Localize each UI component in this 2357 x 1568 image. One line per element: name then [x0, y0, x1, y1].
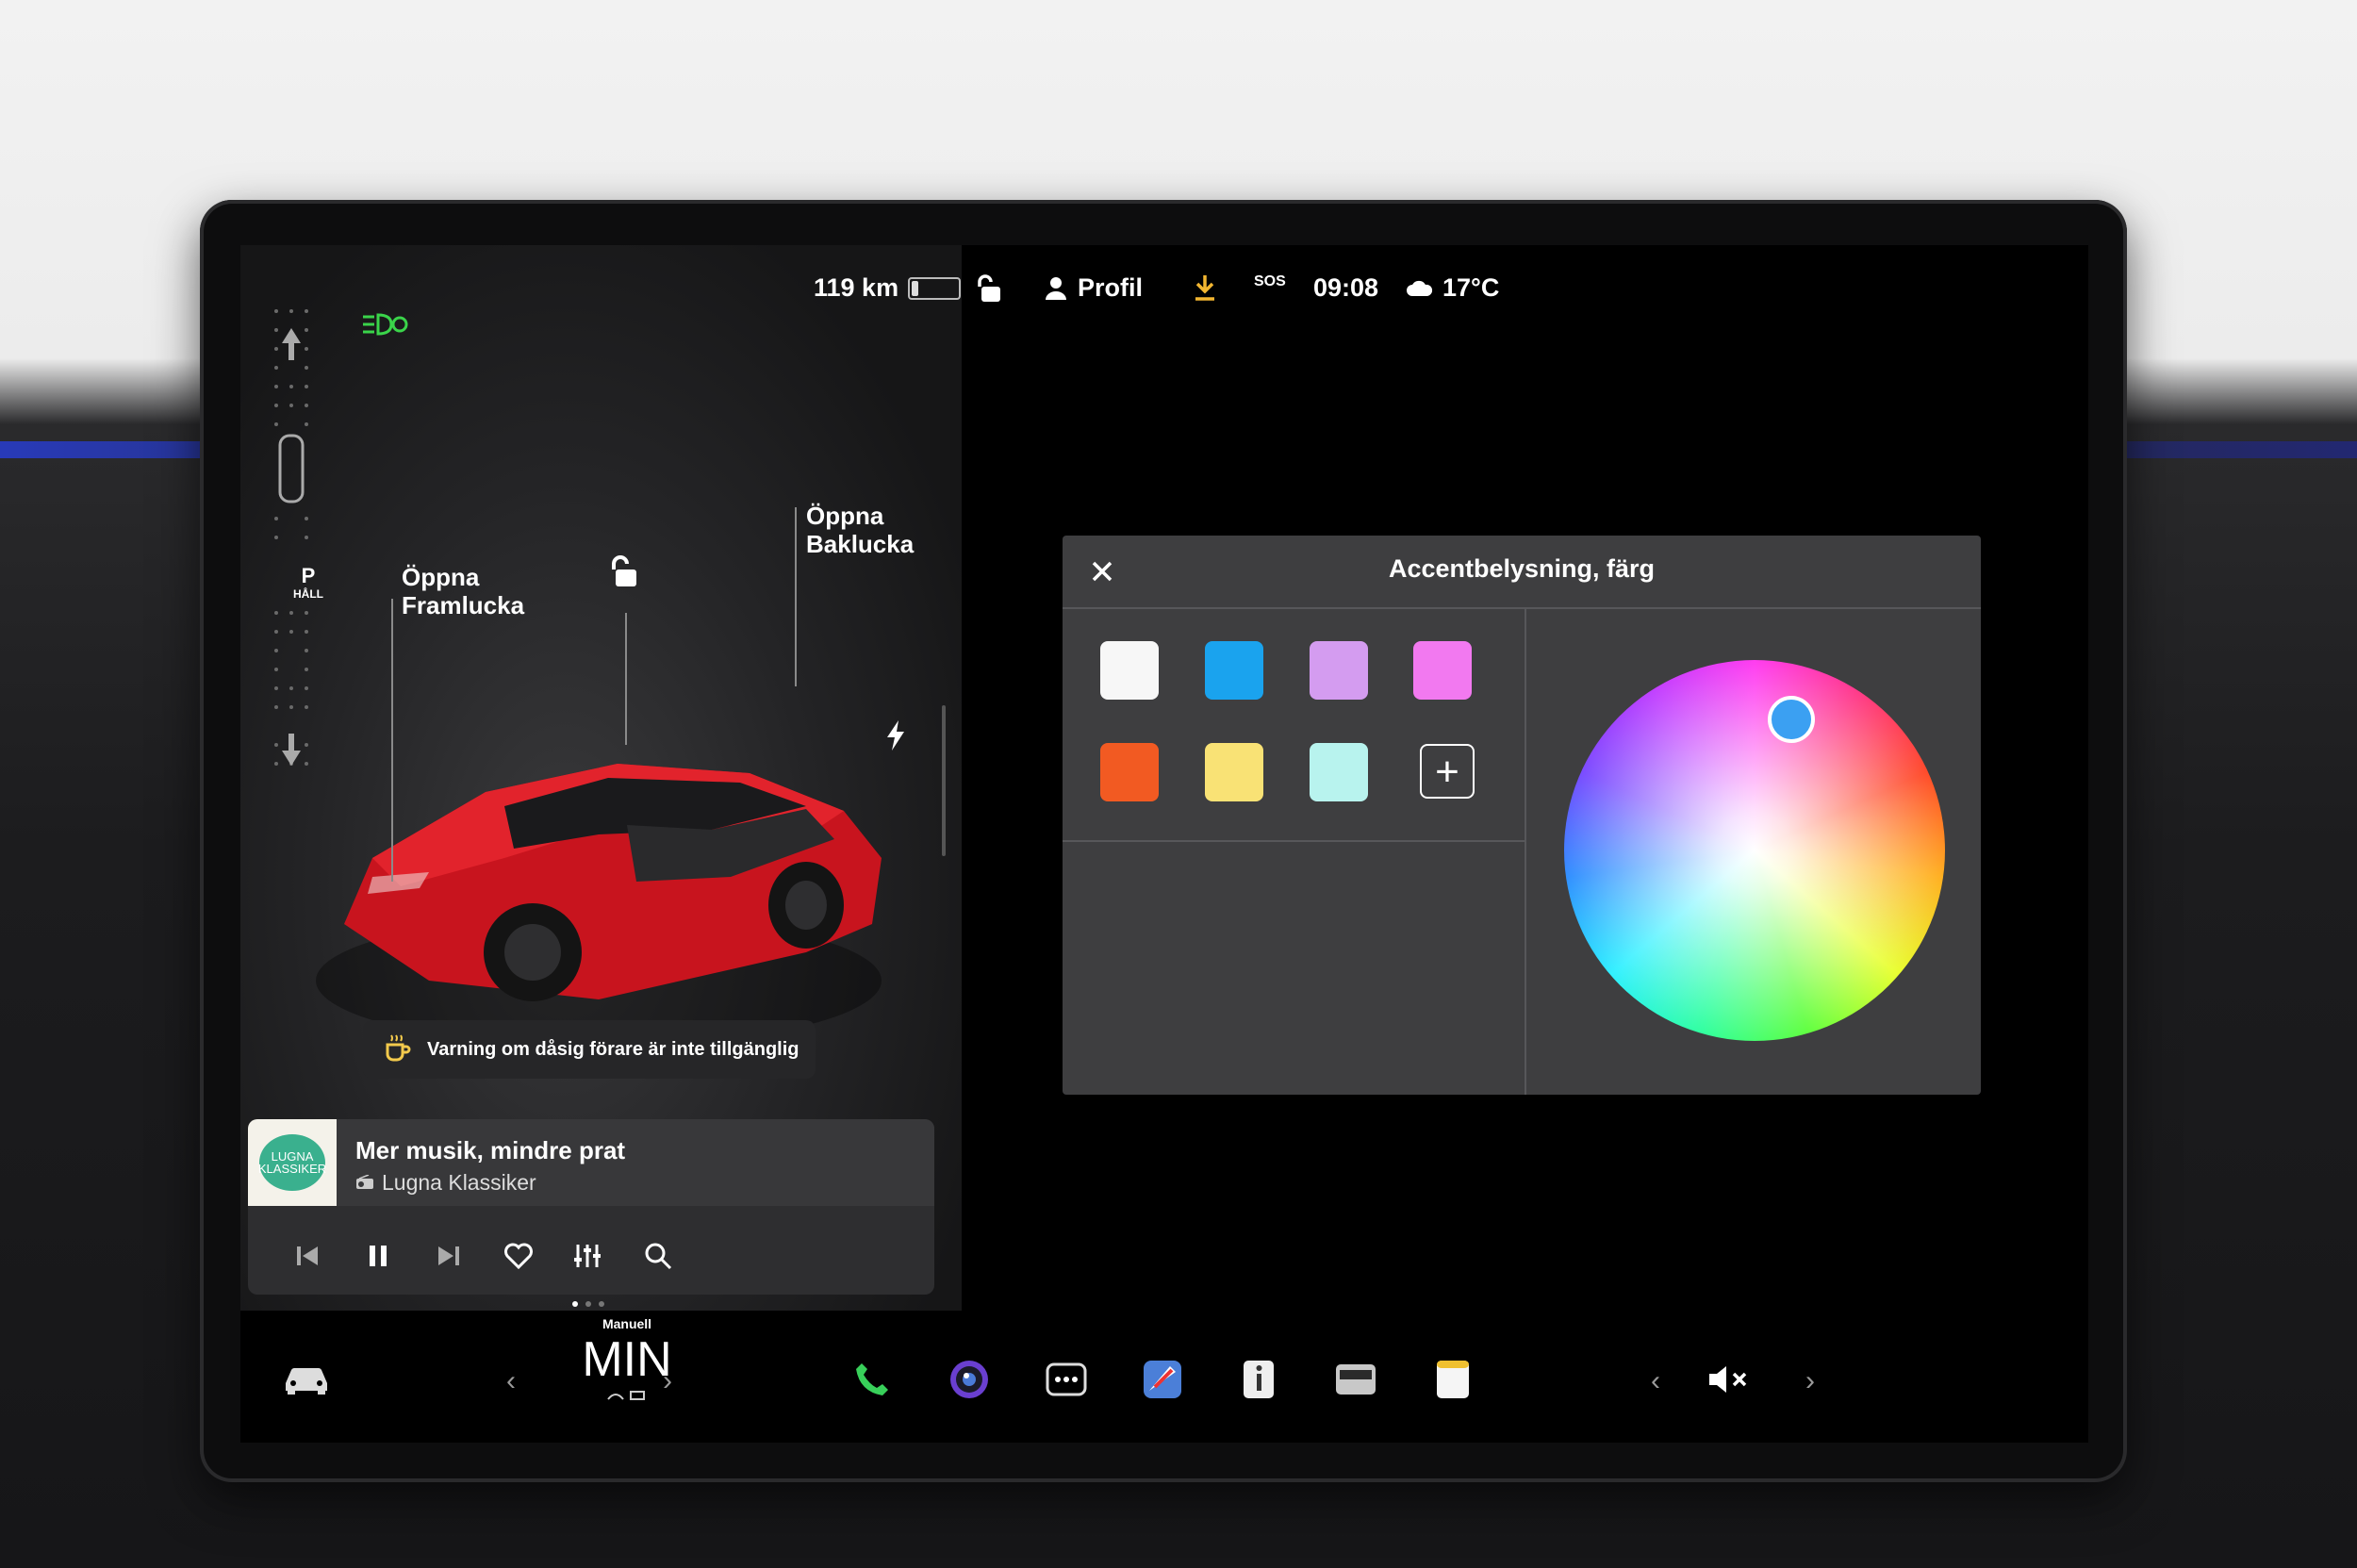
navigation-button[interactable] [1136, 1353, 1189, 1406]
panel-scrollbar[interactable] [942, 705, 946, 856]
navigation-icon [1144, 1361, 1181, 1398]
next-icon [438, 1246, 459, 1265]
dashcam-icon [1336, 1364, 1376, 1395]
media-controls [248, 1232, 934, 1279]
color-wheel[interactable] [1564, 660, 1945, 1041]
coffee-icon [382, 1032, 412, 1067]
next-button[interactable] [425, 1232, 472, 1279]
range-text: 119 km [814, 273, 899, 302]
cloud-icon [1407, 280, 1433, 296]
lock-leader-line [625, 613, 627, 745]
color-swatch[interactable] [1413, 641, 1472, 700]
camera-button[interactable] [943, 1353, 996, 1406]
touchscreen: P HÅLL Öppna Framlucka Öppna Baklucka Va… [240, 245, 2088, 1443]
volume-down-arrow[interactable]: ‹ [1651, 1365, 1660, 1397]
temperature-text: 17°C [1442, 273, 1500, 302]
trunk-leader-line [795, 507, 797, 686]
dashcam-button[interactable] [1329, 1353, 1382, 1406]
car-button[interactable] [280, 1353, 333, 1406]
accent-color-dialog: Accentbelysning, färg + [1063, 536, 1981, 1095]
notes-icon [1437, 1361, 1469, 1398]
search-icon [645, 1243, 672, 1270]
more-apps-button[interactable] [1040, 1353, 1093, 1406]
dialog-title: Accentbelysning, färg [1388, 554, 1656, 583]
phone-button[interactable] [846, 1353, 898, 1406]
profile-button[interactable]: Profil [1044, 273, 1143, 303]
volume-mute-icon [1709, 1366, 1747, 1393]
equalizer-icon [574, 1245, 601, 1267]
color-swatch[interactable] [1100, 641, 1159, 700]
color-swatch[interactable] [1205, 641, 1263, 700]
color-swatch[interactable] [1310, 743, 1368, 801]
driver-alert-warning: Varning om dåsig förare är inte tillgäng… [363, 1020, 816, 1079]
color-swatch[interactable] [1205, 743, 1263, 801]
album-art: LUGNA KLASSIKER [248, 1119, 337, 1206]
favorite-button[interactable] [495, 1232, 542, 1279]
range-indicator: 119 km [814, 273, 962, 303]
equalizer-button[interactable] [564, 1232, 611, 1279]
sos-button[interactable]: SOS [1254, 273, 1286, 290]
defrost-icons [542, 1388, 712, 1408]
weather: 17°C [1405, 273, 1499, 303]
volume-button[interactable] [1704, 1353, 1756, 1406]
person-icon [1046, 276, 1066, 300]
clock: 09:08 [1313, 273, 1379, 302]
track-title: Mer musik, mindre prat [355, 1136, 626, 1164]
battery-fill [912, 280, 918, 296]
car-image [316, 641, 900, 1061]
charge-bolt-icon[interactable] [883, 718, 908, 757]
now-playing[interactable]: LUGNA KLASSIKER Mer musik, mindre prat L… [248, 1119, 934, 1206]
lock-open-icon[interactable] [976, 273, 1004, 304]
profile-label: Profil [1078, 273, 1144, 302]
more-icon [1046, 1362, 1087, 1396]
car-visualization-panel: P HÅLL Öppna Framlucka Öppna Baklucka Va… [240, 245, 962, 1311]
previous-icon [297, 1246, 318, 1265]
volume-up-arrow[interactable]: › [1805, 1365, 1815, 1397]
download-icon[interactable] [1193, 273, 1217, 302]
color-picker-handle[interactable] [1768, 696, 1815, 743]
climate-mode: Manuell [602, 1316, 652, 1331]
status-bar: 119 km Profil SOS 09:08 17°C [240, 266, 2088, 313]
dialog-divider-vertical [1525, 607, 1526, 1095]
color-swatch[interactable] [1310, 641, 1368, 700]
sos-icon: SOS [1254, 273, 1286, 289]
frunk-leader-line [391, 599, 393, 882]
station-name: Lugna Klassiker [382, 1170, 536, 1195]
gear-p-label: P [301, 564, 316, 587]
page-indicator [572, 1301, 604, 1307]
open-frunk-button[interactable]: Öppna Framlucka [402, 563, 524, 619]
pause-icon [370, 1246, 387, 1266]
bottom-dock: ‹ Manuell MIN › ‹ › [240, 1311, 2088, 1443]
previous-button[interactable] [284, 1232, 331, 1279]
notes-button[interactable] [1426, 1353, 1479, 1406]
radio-icon [355, 1170, 374, 1196]
battery-icon [908, 276, 962, 300]
search-button[interactable] [635, 1232, 682, 1279]
camera-icon [950, 1361, 988, 1398]
open-trunk-button[interactable]: Öppna Baklucka [806, 502, 914, 558]
track-source: Lugna Klassiker [355, 1170, 536, 1196]
dialog-divider-horizontal [1063, 840, 1525, 842]
manual-button[interactable] [1232, 1353, 1285, 1406]
phone-icon [856, 1363, 888, 1395]
car-icon [286, 1367, 327, 1395]
dialog-header: Accentbelysning, färg [1063, 536, 1981, 609]
manual-icon [1244, 1361, 1274, 1398]
headlight-icon [361, 311, 408, 342]
media-player: LUGNA KLASSIKER Mer musik, mindre prat L… [248, 1119, 934, 1295]
fan-down-arrow[interactable]: ‹ [506, 1365, 516, 1397]
gear-hold-label: HÅLL [293, 587, 323, 601]
heart-icon [504, 1243, 533, 1269]
pause-button[interactable] [354, 1232, 402, 1279]
climate-control[interactable]: Manuell MIN [542, 1314, 712, 1428]
lock-open-icon[interactable] [606, 553, 644, 595]
fan-up-arrow[interactable]: › [663, 1365, 672, 1397]
cover-logo: LUGNA KLASSIKER [258, 1134, 326, 1191]
add-color-button[interactable]: + [1420, 744, 1475, 799]
warning-text: Varning om dåsig förare är inte tillgäng… [427, 1038, 799, 1060]
color-swatch[interactable] [1100, 743, 1159, 801]
fan-value: MIN [582, 1332, 672, 1387]
